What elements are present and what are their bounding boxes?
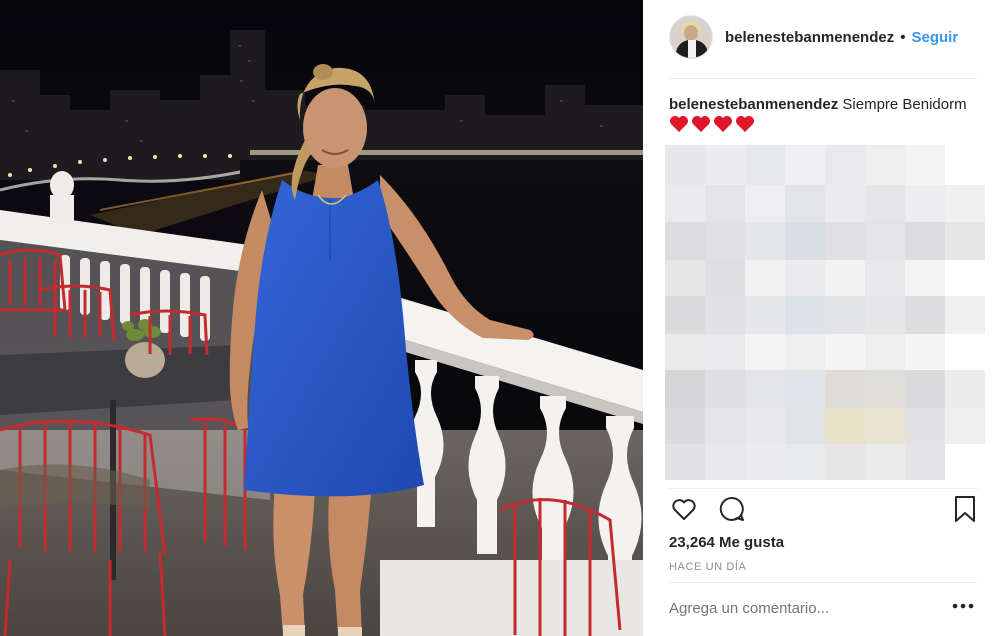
post-side-panel: belenestebanmenendez • Seguir belenesteb… xyxy=(643,0,1000,636)
header-divider xyxy=(669,78,978,79)
red-heart-icon xyxy=(714,116,732,132)
more-options-icon xyxy=(952,603,974,609)
header-username[interactable]: belenestebanmenendez xyxy=(725,29,894,46)
photo-scene xyxy=(0,0,643,636)
comment-input[interactable] xyxy=(669,600,929,617)
comment-button[interactable] xyxy=(717,494,747,524)
bookmark-icon xyxy=(955,496,975,522)
pixelated-comments xyxy=(665,140,995,480)
save-button[interactable] xyxy=(950,494,980,524)
comment-bubble-icon xyxy=(719,496,744,521)
post-header: belenestebanmenendez • Seguir xyxy=(669,14,978,60)
action-bar xyxy=(669,494,978,524)
heart-outline-icon xyxy=(672,499,696,520)
red-heart-icon xyxy=(670,116,688,132)
actions-divider xyxy=(669,488,978,489)
follow-button[interactable]: Seguir xyxy=(911,29,958,46)
like-button[interactable] xyxy=(669,494,699,524)
post-photo[interactable] xyxy=(0,0,643,636)
caption: belenestebanmenendez Siempre Benidorm xyxy=(669,95,989,133)
header-separator: • xyxy=(900,28,906,46)
red-heart-icon xyxy=(692,116,710,132)
caption-emoji xyxy=(669,115,989,133)
caption-text: Siempre Benidorm xyxy=(842,96,967,113)
more-options-button[interactable] xyxy=(950,596,976,616)
pixelation-mosaic xyxy=(665,145,985,480)
red-heart-icon xyxy=(736,116,754,132)
caption-username[interactable]: belenestebanmenendez xyxy=(669,96,838,113)
comment-divider xyxy=(669,582,978,583)
instagram-post: belenestebanmenendez • Seguir belenesteb… xyxy=(0,0,1000,636)
post-timestamp[interactable]: HACE UN DÍA xyxy=(669,561,747,573)
likes-count[interactable]: 23,264 Me gusta xyxy=(669,534,784,551)
avatar[interactable] xyxy=(669,15,713,59)
